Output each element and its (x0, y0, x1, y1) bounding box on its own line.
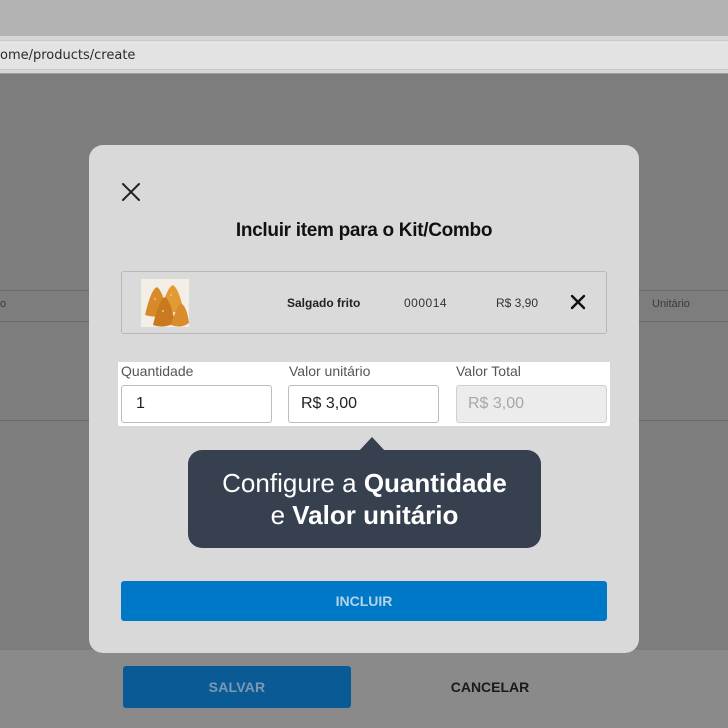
close-icon[interactable] (121, 182, 141, 202)
cancel-button[interactable]: CANCELAR (400, 666, 580, 708)
product-thumbnail (141, 279, 189, 327)
item-code: 000014 (404, 296, 448, 310)
total-value-label: Valor Total (456, 363, 521, 379)
item-name: Salgado frito (287, 296, 361, 310)
instruction-tooltip: Configure a Quantidade e Valor unitário (188, 450, 541, 548)
remove-item-icon[interactable] (570, 294, 586, 310)
browser-toolbar: ome/products/create (0, 36, 728, 74)
address-bar[interactable]: ome/products/create (0, 40, 728, 70)
table-header-left: o (0, 298, 7, 310)
tooltip-line-2: e Valor unitário (270, 500, 459, 530)
address-text: ome/products/create (0, 48, 136, 63)
modal-title: Incluir item para o Kit/Combo (235, 220, 493, 241)
tooltip-arrow (359, 437, 385, 451)
total-value-input: R$ 3,00 (456, 385, 607, 423)
quantity-input[interactable]: 1 (121, 385, 272, 423)
coxinha-thumbnail-icon (141, 279, 189, 327)
form-footer (0, 650, 728, 728)
tooltip-line-1: Configure a Quantidade (222, 468, 507, 498)
item-price: R$ 3,90 (496, 296, 539, 310)
table-header-unit: Unitário (652, 298, 690, 310)
browser-tab-strip (0, 0, 728, 36)
include-button[interactable]: INCLUIR (121, 581, 607, 621)
unit-value-label: Valor unitário (289, 363, 371, 379)
quantity-label: Quantidade (121, 363, 194, 379)
save-button[interactable]: SALVAR (123, 666, 351, 708)
unit-value-input[interactable]: R$ 3,00 (288, 385, 439, 423)
